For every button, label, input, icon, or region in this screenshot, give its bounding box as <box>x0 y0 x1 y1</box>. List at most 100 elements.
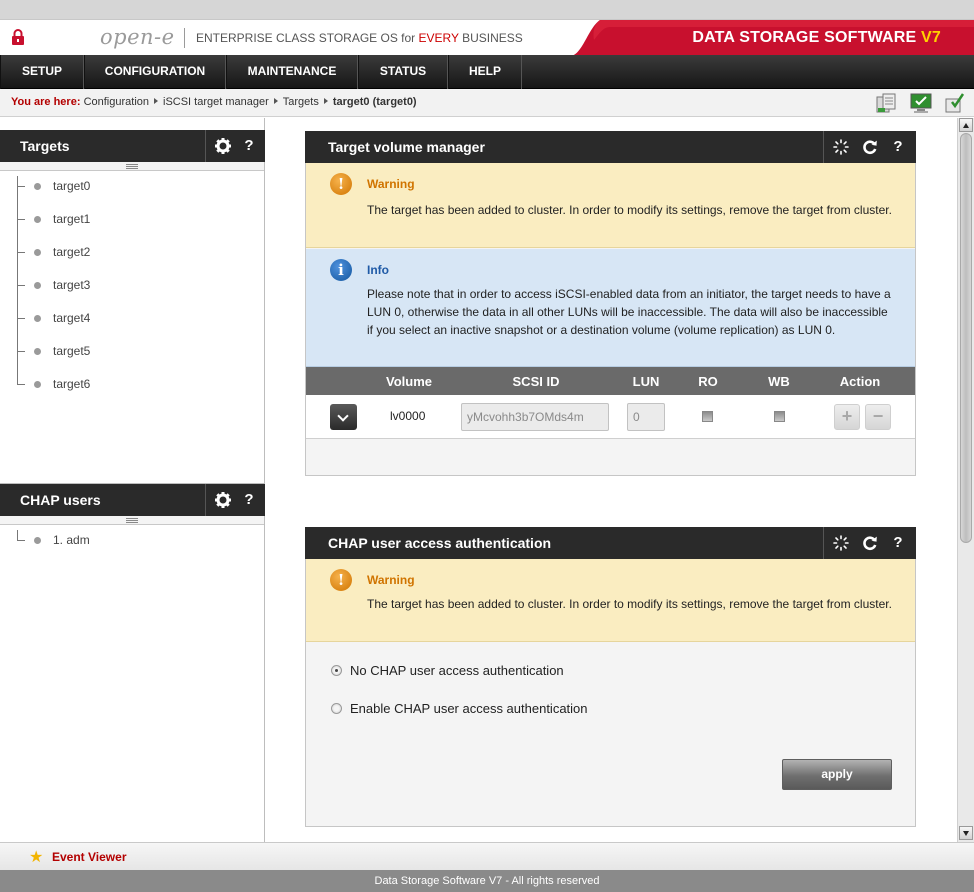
status-dot-icon <box>34 216 41 223</box>
info-title: Info <box>367 263 389 277</box>
brand-title: DATA STORAGE SOFTWARE V7 <box>692 29 941 46</box>
tree-item-target3[interactable]: target3 <box>0 262 260 295</box>
scroll-up-button[interactable] <box>959 118 973 132</box>
breadcrumb-current: target0 (target0) <box>332 96 417 108</box>
apply-button[interactable]: apply <box>782 759 892 790</box>
breadcrumb-arrow-icon <box>323 98 328 104</box>
open-e-logo: open-e <box>100 25 175 49</box>
loading-spinner-icon <box>833 535 849 551</box>
header-separator <box>205 130 206 162</box>
tree-item-target1[interactable]: target1 <box>0 196 260 229</box>
remove-volume-button[interactable]: − <box>865 404 891 430</box>
loading-spinner-icon <box>833 139 849 155</box>
radio-button[interactable] <box>331 703 342 714</box>
breadcrumb-item[interactable]: Targets <box>283 96 319 108</box>
column-header: Action <box>839 374 881 389</box>
header-separator <box>823 131 824 163</box>
tagline: ENTERPRISE CLASS STORAGE OS for EVERY BU… <box>196 31 523 45</box>
breadcrumb-item[interactable]: Configuration <box>84 96 149 108</box>
nav-setup[interactable]: SETUP <box>0 55 84 89</box>
ro-checkbox[interactable] <box>702 411 713 422</box>
target-volume-panel: Target volume manager ? ! Warning The ta… <box>305 131 916 476</box>
radio-button[interactable] <box>331 665 342 676</box>
help-icon[interactable]: ? <box>888 137 908 157</box>
status-dot-icon <box>34 282 41 289</box>
targets-pane-header: Targets ? <box>0 130 265 162</box>
tree-item-chap-user[interactable]: 1. adm <box>0 530 260 550</box>
main-content: Target volume manager ? ! Warning The ta… <box>265 118 957 842</box>
nav-status[interactable]: STATUS <box>358 55 448 89</box>
status-dot-icon <box>34 183 41 190</box>
warning-icon: ! <box>330 569 352 591</box>
breadcrumb-arrow-icon <box>154 98 158 104</box>
scsi-id-field[interactable]: yMcvohh3b7OMds4m <box>461 403 609 431</box>
resize-grip[interactable] <box>0 162 264 171</box>
column-header: SCSI ID <box>512 374 560 389</box>
lock-icon[interactable] <box>11 29 25 45</box>
nav-maintenance[interactable]: MAINTENANCE <box>226 55 358 89</box>
refresh-icon[interactable] <box>860 533 880 553</box>
warning-text: The target has been added to cluster. In… <box>367 203 892 217</box>
status-dot-icon <box>34 348 41 355</box>
monitor-ok-icon[interactable] <box>909 91 933 115</box>
main-nav: SETUP CONFIGURATION MAINTENANCE STATUS H… <box>0 55 974 89</box>
warning-icon: ! <box>330 173 352 195</box>
cluster-storage-icon[interactable] <box>874 91 898 115</box>
header-separator <box>823 527 824 559</box>
volume-name: lv0000 <box>390 409 426 423</box>
targets-pane-title: Targets <box>20 138 70 154</box>
expand-row-button[interactable] <box>330 404 357 430</box>
tree-item-target6[interactable]: target6 <box>0 361 260 394</box>
vertical-scrollbar[interactable] <box>957 118 974 842</box>
header-divider <box>184 28 185 48</box>
update-check-icon[interactable] <box>942 91 966 115</box>
help-icon[interactable]: ? <box>239 136 259 156</box>
help-icon[interactable]: ? <box>888 533 908 553</box>
table-row: lv0000 yMcvohh3b7OMds4m 0 + − <box>306 395 915 439</box>
add-volume-button[interactable]: + <box>834 404 860 430</box>
status-icons <box>874 91 968 115</box>
left-pane: Targets ? target0 target1 target2 target… <box>0 118 265 842</box>
status-dot-icon <box>34 537 41 544</box>
chap-auth-panel: CHAP user access authentication ? ! Warn… <box>305 527 916 827</box>
breadcrumb-lead: You are here: <box>11 96 81 108</box>
scroll-thumb[interactable] <box>960 133 972 543</box>
warning-message: ! Warning The target has been added to c… <box>306 163 915 248</box>
help-icon[interactable]: ? <box>239 490 259 510</box>
wb-checkbox[interactable] <box>774 411 785 422</box>
panel-title: CHAP user access authentication <box>328 535 552 551</box>
tree-item-target5[interactable]: target5 <box>0 328 260 361</box>
window-top-strip <box>0 0 974 19</box>
info-text: Please note that in order to access iSCS… <box>367 287 891 337</box>
event-viewer-link[interactable]: Event Viewer <box>52 850 126 864</box>
footer: Data Storage Software V7 - All rights re… <box>0 870 974 892</box>
tree-item-target4[interactable]: target4 <box>0 295 260 328</box>
breadcrumb: You are here: Configuration iSCSI target … <box>11 96 417 108</box>
scroll-down-button[interactable] <box>959 826 973 840</box>
radio-label: No CHAP user access authentication <box>350 663 564 678</box>
refresh-icon[interactable] <box>860 137 880 157</box>
tree-item-target0[interactable]: target0 <box>0 176 260 196</box>
chap-pane-header: CHAP users ? <box>0 484 265 516</box>
tree-item-target2[interactable]: target2 <box>0 229 260 262</box>
status-dot-icon <box>34 315 41 322</box>
gear-icon[interactable] <box>213 136 233 156</box>
breadcrumb-bar: You are here: Configuration iSCSI target … <box>0 89 974 117</box>
gear-icon[interactable] <box>213 490 233 510</box>
column-header: LUN <box>632 374 660 389</box>
status-dot-icon <box>34 381 41 388</box>
status-dot-icon <box>34 249 41 256</box>
column-header: Volume <box>386 374 432 389</box>
breadcrumb-item[interactable]: iSCSI target manager <box>163 96 269 108</box>
volume-table-header: Volume SCSI ID LUN RO WB Action <box>306 367 915 395</box>
info-icon: i <box>330 259 352 281</box>
event-viewer-bar: ★ Event Viewer <box>0 842 974 870</box>
breadcrumb-arrow-icon <box>273 98 278 104</box>
chap-pane-title: CHAP users <box>20 492 101 508</box>
nav-configuration[interactable]: CONFIGURATION <box>84 55 226 89</box>
resize-grip[interactable] <box>0 516 264 525</box>
lun-field[interactable]: 0 <box>627 403 665 431</box>
star-icon: ★ <box>29 849 44 866</box>
warning-title: Warning <box>367 573 415 587</box>
nav-help[interactable]: HELP <box>448 55 522 89</box>
